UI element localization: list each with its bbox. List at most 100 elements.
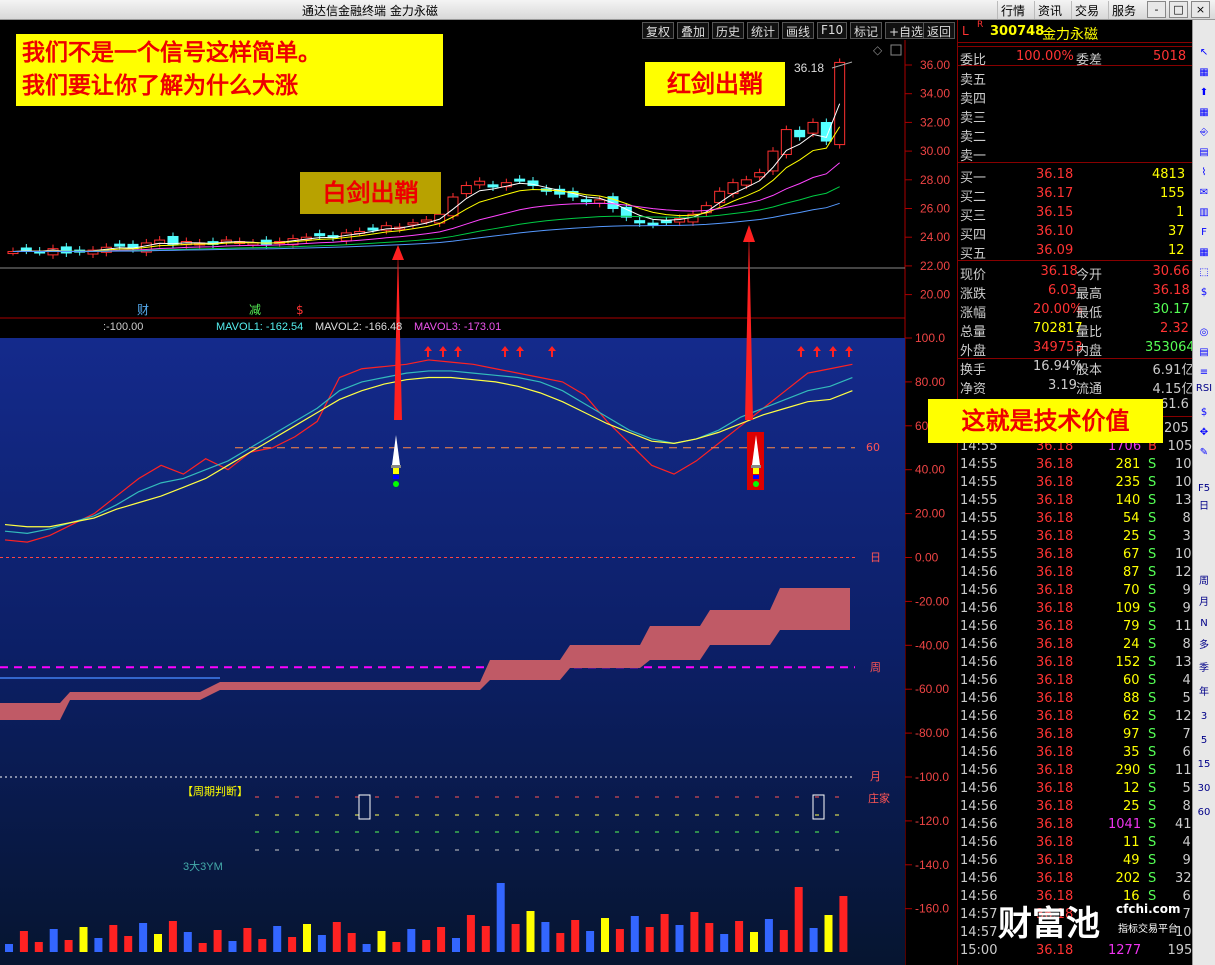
marker-jian[interactable]: 减 (249, 303, 261, 317)
toolbar-icon[interactable]: ⌇ (1195, 164, 1213, 182)
iconbar-3[interactable]: 周 (1195, 573, 1213, 591)
stat-label: 涨幅 (960, 306, 987, 321)
tb-huaxian[interactable]: 画线 (782, 22, 815, 39)
volume-bar (496, 883, 505, 952)
toolbar-icon[interactable]: ⬚ (1195, 264, 1213, 282)
toolbar-icon[interactable]: $ (1195, 404, 1213, 422)
tb-zixuan[interactable]: +自选 (885, 22, 928, 39)
toolbar-icon[interactable]: ▥ (1195, 204, 1213, 222)
iconbar-10[interactable]: 5 (1195, 732, 1213, 750)
toolbar-icon[interactable]: ▦ (1195, 244, 1213, 262)
menu-hangqing[interactable]: 行情 (997, 1, 1028, 19)
tick-volume: 25 (1123, 529, 1140, 544)
marker-dollar[interactable]: $ (296, 303, 304, 317)
tick-price: 36.18 (1036, 637, 1074, 652)
tick-price: 36.18 (1036, 871, 1074, 886)
buy-price: 36.15 (1036, 205, 1074, 220)
toolbar-icon[interactable]: ⬆ (1195, 84, 1213, 102)
tick-count: 3 (1182, 529, 1191, 544)
toolbar-icon[interactable]: ↖ (1195, 44, 1213, 62)
tb-f10[interactable]: F10 (817, 22, 848, 39)
toolbar-icon[interactable]: $ (1195, 284, 1213, 302)
iconbar-4[interactable]: 月 (1195, 594, 1213, 612)
maximize-button[interactable]: □ (1169, 1, 1188, 18)
stat-value: 61.6 (1160, 397, 1189, 412)
toolbar-icon[interactable]: ▦ (1195, 64, 1213, 82)
iconbar-13[interactable]: 60 (1195, 804, 1213, 822)
iconbar-1[interactable]: F5 (1195, 480, 1213, 498)
menu-zixun[interactable]: 资讯 (1034, 1, 1065, 19)
tick-row: 14:56 36.18 152 S 13 (958, 654, 1193, 672)
price-y-axis: 36.00 34.00 32.00 30.00 28.00 26.00 24.00 22.00… (905, 58, 950, 302)
toolbar-icon[interactable]: ▦ (1195, 104, 1213, 122)
tb-diejia[interactable]: 叠加 (677, 22, 710, 39)
candle-body (580, 199, 592, 203)
ind-tick-label: 40.00 (915, 463, 945, 477)
tick-count: 9 (1182, 601, 1191, 616)
iconbar-9[interactable]: 3 (1195, 708, 1213, 726)
tick-count: 10 (1175, 547, 1192, 562)
iconbar-0[interactable]: RSI (1195, 380, 1213, 398)
tick-price: 36.18 (1036, 781, 1074, 796)
volume-bar (705, 923, 714, 952)
stat-label: 最高 (1076, 287, 1103, 302)
toolbar-icon[interactable]: ✎ (1195, 444, 1213, 462)
high-price-label: 36.18 (794, 61, 824, 75)
tick-time: 14:56 (960, 673, 998, 688)
toolbar-icon[interactable]: ⎆ (1195, 124, 1213, 142)
toolbar-icon[interactable]: ▤ (1195, 144, 1213, 162)
iconbar-11[interactable]: 15 (1195, 756, 1213, 774)
tick-side: S (1148, 475, 1157, 490)
volume-bar (526, 911, 535, 952)
volume-bar (481, 926, 490, 952)
toolbar-icon[interactable]: F (1195, 224, 1213, 242)
stat-row: 外盘 349753 内盘 353064 (958, 339, 1195, 359)
iconbar-12[interactable]: 30 (1195, 780, 1213, 798)
tick-price: 36.18 (1036, 673, 1074, 688)
tick-row: 14:55 36.18 140 S 13 (958, 492, 1193, 510)
tb-fanhui[interactable]: 返回 (923, 22, 956, 39)
tick-time: 14:55 (960, 511, 998, 526)
level-badge: L (962, 24, 969, 38)
sell-row: 卖五 (958, 68, 1193, 88)
candle-body (487, 184, 499, 188)
chart-canvas[interactable]: 36.00 34.00 32.00 30.00 28.00 26.00 24.00 22.00… (0, 20, 957, 965)
tick-count: 10 (1175, 457, 1192, 472)
volume-bar (779, 930, 788, 952)
minimize-button[interactable]: - (1147, 1, 1166, 18)
toolbar-icon[interactable]: ◎ (1195, 324, 1213, 342)
close-button[interactable]: × (1191, 1, 1210, 18)
iconbar-5[interactable]: N (1195, 615, 1213, 633)
tick-time: 14:55 (960, 547, 998, 562)
toolbar-icon[interactable]: ▤ (1195, 344, 1213, 362)
tick-price: 36.18 (1036, 817, 1074, 832)
volume-bar (615, 929, 624, 952)
volume-bar (228, 941, 237, 952)
diamond-icon[interactable]: ◇ (873, 43, 883, 57)
iconbar-7[interactable]: 季 (1195, 660, 1213, 678)
tick-side: S (1148, 457, 1157, 472)
tick-volume: 49 (1123, 853, 1140, 868)
weicha-label: 委差 (1076, 53, 1103, 68)
menu-fuwu[interactable]: 服务 (1108, 1, 1139, 19)
tick-price: 36.18 (1036, 547, 1074, 562)
toolbar-icon[interactable]: ✥ (1195, 424, 1213, 442)
toolbar-icon[interactable]: ✉ (1195, 184, 1213, 202)
tick-count: 11 (1175, 763, 1192, 778)
tb-lishi[interactable]: 历史 (712, 22, 745, 39)
tb-biaoji[interactable]: 标记 (850, 22, 883, 39)
tick-side: S (1148, 835, 1157, 850)
tb-tongji[interactable]: 统计 (747, 22, 780, 39)
volume-bar (675, 925, 684, 952)
iconbar-2[interactable]: 日 (1195, 498, 1213, 516)
tb-fuquan[interactable]: 复权 (642, 22, 675, 39)
iconbar-8[interactable]: 年 (1195, 684, 1213, 702)
menu-jiaoyi[interactable]: 交易 (1071, 1, 1102, 19)
sell-label: 卖四 (960, 92, 987, 107)
tick-side: S (1148, 871, 1157, 886)
tick-time: 15:00 (960, 943, 998, 958)
stat-value: 30.17 (1152, 302, 1190, 317)
iconbar-6[interactable]: 多 (1195, 637, 1213, 655)
marker-cai[interactable]: 财 (137, 303, 149, 317)
candle-body (807, 121, 819, 134)
